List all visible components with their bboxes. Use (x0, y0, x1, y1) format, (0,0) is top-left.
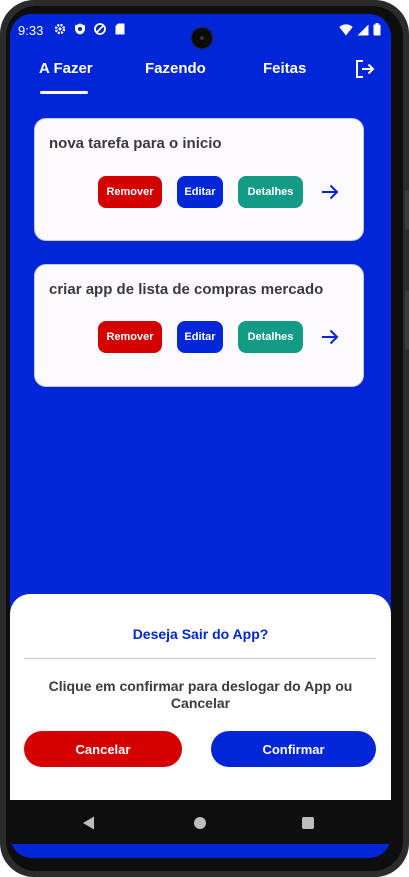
recents-icon[interactable] (302, 817, 314, 829)
dialog-message: Clique em confirmar para deslogar do App… (48, 678, 353, 711)
app-screen: 9:33 A Fazer Fazendo Feitas nova tarefa … (10, 14, 391, 858)
signal-icon (357, 23, 369, 41)
remove-button[interactable]: Remover (98, 176, 162, 208)
shield-icon (74, 23, 86, 35)
task-title: criar app de lista de compras mercado (49, 281, 324, 298)
status-icons-left (54, 23, 126, 35)
dialog-title: Deseja Sair do App? (132, 626, 269, 642)
dialog-divider (24, 658, 376, 659)
power-button (405, 290, 409, 350)
tab-a-fazer[interactable]: A Fazer (39, 60, 93, 77)
status-bar: 9:33 (10, 14, 391, 49)
tab-fazendo[interactable]: Fazendo (145, 60, 206, 77)
status-time: 9:33 (18, 23, 44, 38)
logout-icon[interactable] (354, 58, 376, 80)
details-button[interactable]: Detalhes (238, 176, 303, 208)
task-card: criar app de lista de compras mercado Re… (34, 264, 364, 387)
task-title: nova tarefa para o inicio (49, 135, 222, 152)
back-icon[interactable] (82, 816, 95, 835)
home-icon[interactable] (194, 817, 206, 829)
gear-icon (54, 23, 66, 35)
confirm-button[interactable]: Confirmar (211, 731, 376, 767)
no-disturb-icon (94, 23, 106, 35)
task-card: nova tarefa para o inicio Remover Editar… (34, 118, 364, 241)
edit-button[interactable]: Editar (177, 321, 223, 353)
tab-indicator (40, 91, 88, 94)
arrow-right-icon[interactable] (321, 328, 339, 346)
logout-dialog: Deseja Sair do App? Clique em confirmar … (10, 594, 391, 800)
system-nav-bar (10, 800, 391, 844)
cancel-button[interactable]: Cancelar (24, 731, 182, 767)
front-camera (191, 27, 213, 49)
volume-button (405, 190, 409, 230)
remove-button[interactable]: Remover (98, 321, 162, 353)
status-icons-right (339, 23, 381, 41)
device-frame: 9:33 A Fazer Fazendo Feitas nova tarefa … (0, 0, 409, 877)
wifi-icon (339, 23, 353, 41)
tab-feitas[interactable]: Feitas (263, 60, 306, 77)
edit-button[interactable]: Editar (177, 176, 223, 208)
details-button[interactable]: Detalhes (238, 321, 303, 353)
arrow-right-icon[interactable] (321, 183, 339, 201)
battery-icon (373, 23, 381, 41)
sd-card-icon (114, 23, 126, 35)
